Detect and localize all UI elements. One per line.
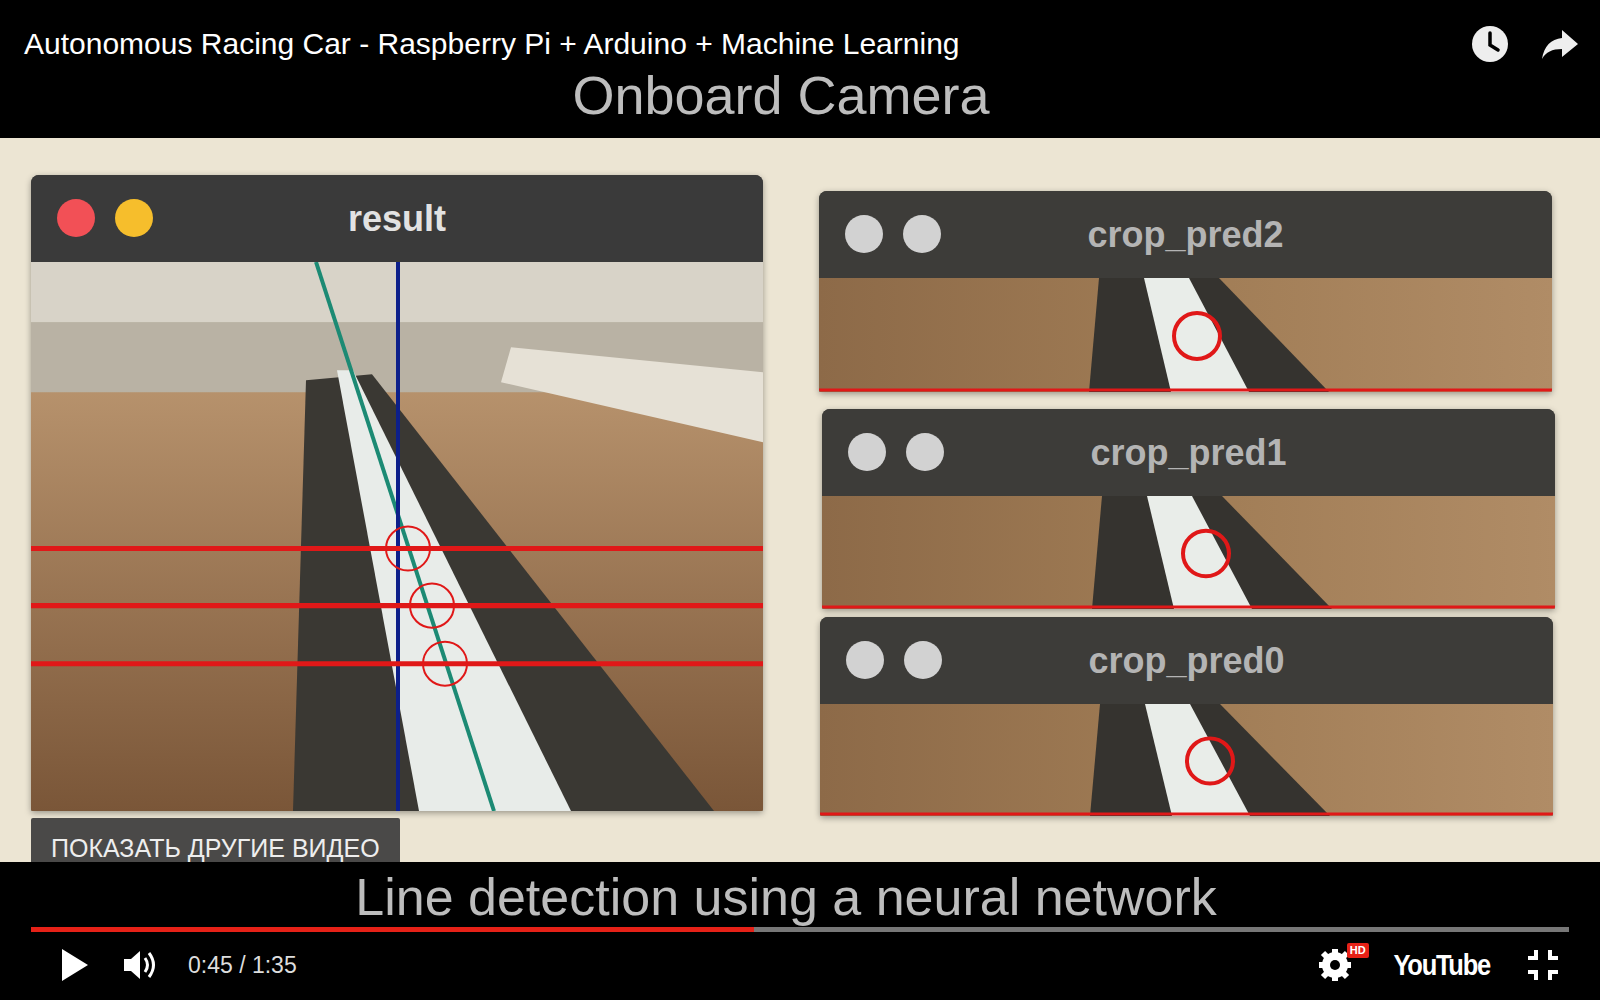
camera-frame <box>31 262 763 811</box>
crop-frame <box>820 704 1553 816</box>
bottom-caption: Line detection using a neural network <box>355 866 1216 928</box>
top-caption: Onboard Camera <box>572 62 989 128</box>
exit-fullscreen-icon[interactable] <box>1526 948 1560 982</box>
hd-badge: HD <box>1347 943 1369 958</box>
window-titlebar: result <box>31 175 763 262</box>
video-title[interactable]: Autonomous Racing Car - Raspberry Pi + A… <box>24 24 1450 64</box>
camera-image <box>819 278 1552 392</box>
crop-window: crop_pred2 <box>819 191 1552 392</box>
window-controls <box>846 641 942 679</box>
top-actions <box>1470 24 1580 64</box>
share-icon[interactable] <box>1540 24 1580 64</box>
window-controls <box>845 215 941 253</box>
close-button[interactable] <box>846 641 884 679</box>
close-button[interactable] <box>848 433 886 471</box>
window-titlebar: crop_pred1 <box>822 409 1555 496</box>
play-icon[interactable] <box>56 945 92 985</box>
player-controls: 0:45 / 1:35 HD YouTube <box>0 943 1600 987</box>
result-window: result <box>31 175 763 811</box>
window-controls <box>57 199 153 237</box>
window-title: result <box>51 197 743 241</box>
settings-button[interactable]: HD <box>1317 947 1357 983</box>
camera-image <box>820 704 1553 816</box>
minimize-button[interactable] <box>906 433 944 471</box>
minimize-button[interactable] <box>903 215 941 253</box>
volume-icon[interactable] <box>120 945 160 985</box>
camera-image <box>822 496 1555 609</box>
progress-fill <box>31 927 754 932</box>
crop-window: crop_pred0 <box>820 617 1553 816</box>
crop-window: crop_pred1 <box>822 409 1555 609</box>
progress-track[interactable] <box>31 927 1569 932</box>
clock-icon[interactable] <box>1470 24 1510 64</box>
crop-frame <box>822 496 1555 609</box>
window-titlebar: crop_pred0 <box>820 617 1553 704</box>
minimize-button[interactable] <box>904 641 942 679</box>
close-button[interactable] <box>845 215 883 253</box>
youtube-logo[interactable]: YouTube <box>1393 948 1489 982</box>
camera-image <box>31 262 763 811</box>
crop-frame <box>819 278 1552 392</box>
window-controls <box>848 433 944 471</box>
time-display: 0:45 / 1:35 <box>188 952 297 979</box>
window-title: crop_pred0 <box>840 639 1533 683</box>
window-title: crop_pred2 <box>839 213 1532 257</box>
minimize-button[interactable] <box>115 199 153 237</box>
window-titlebar: crop_pred2 <box>819 191 1552 278</box>
close-button[interactable] <box>57 199 95 237</box>
window-title: crop_pred1 <box>842 431 1535 475</box>
